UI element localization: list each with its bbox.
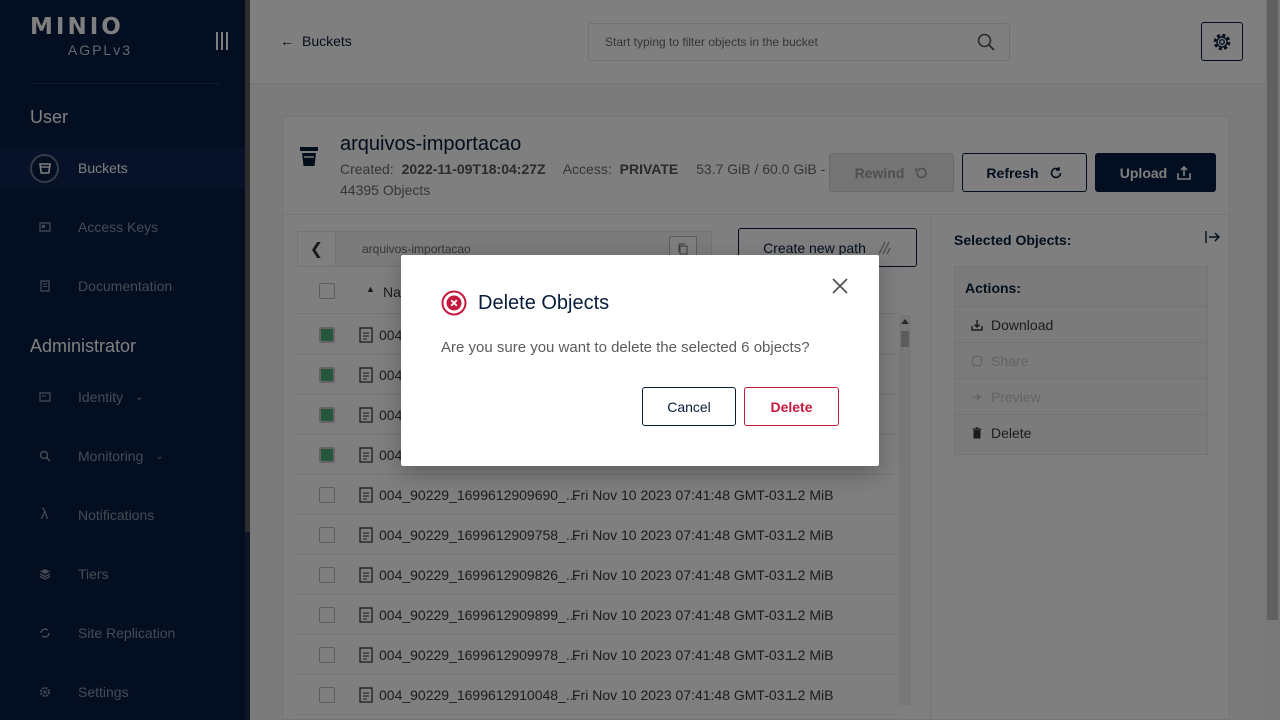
- close-icon[interactable]: [831, 277, 849, 295]
- dialog-title: Delete Objects: [478, 292, 610, 314]
- error-icon: [441, 290, 467, 316]
- delete-objects-dialog: Delete Objects Are you sure you want to …: [401, 255, 879, 466]
- dialog-message: Are you sure you want to delete the sele…: [441, 339, 810, 356]
- cancel-button[interactable]: Cancel: [642, 387, 736, 426]
- confirm-delete-button[interactable]: Delete: [744, 387, 839, 426]
